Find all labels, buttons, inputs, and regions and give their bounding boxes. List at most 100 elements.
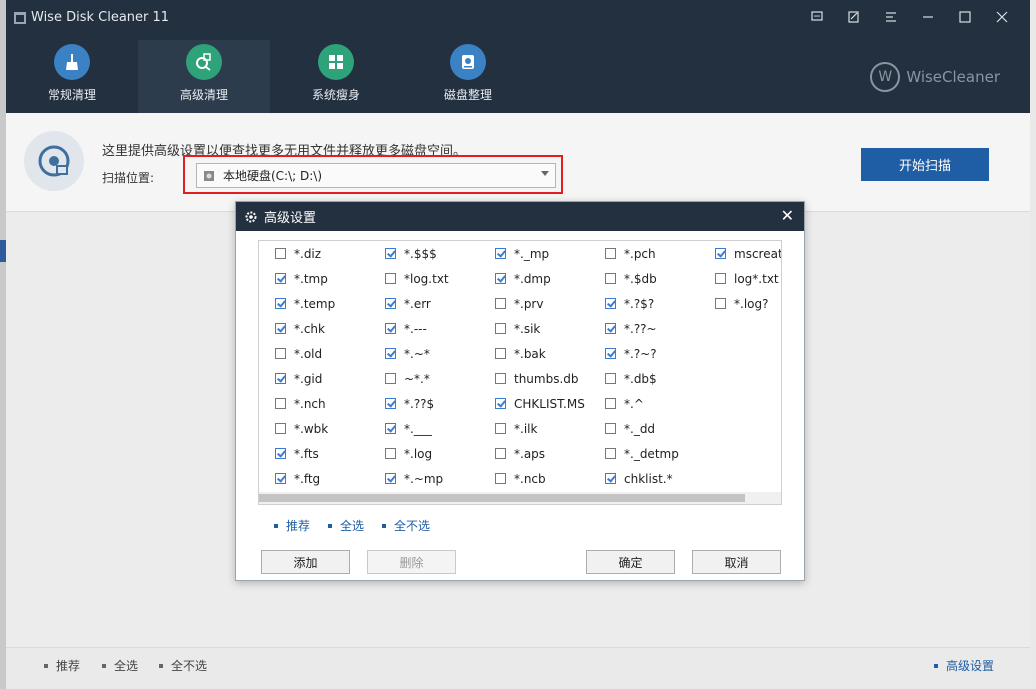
- pattern-item[interactable]: *.db$: [605, 366, 679, 391]
- menu-icon[interactable]: [872, 6, 909, 28]
- checkbox-checked[interactable]: [275, 473, 286, 484]
- pattern-item[interactable]: *.temp: [275, 291, 335, 316]
- nav-system-slim[interactable]: 系统瘦身: [270, 40, 402, 113]
- checkbox-unchecked[interactable]: [495, 348, 506, 359]
- select-all-link[interactable]: 全选: [328, 517, 364, 534]
- close-icon[interactable]: ✕: [781, 206, 794, 225]
- checkbox-unchecked[interactable]: [275, 248, 286, 259]
- checkbox-checked[interactable]: [385, 423, 396, 434]
- pattern-item[interactable]: *._dd: [605, 416, 679, 441]
- checkbox-unchecked[interactable]: [495, 373, 506, 384]
- checkbox-unchecked[interactable]: [605, 273, 616, 284]
- pattern-item[interactable]: ~*.*: [385, 366, 449, 391]
- pattern-item[interactable]: *.$$$: [385, 241, 449, 266]
- pattern-item[interactable]: *.sik: [495, 316, 585, 341]
- checkbox-unchecked[interactable]: [605, 398, 616, 409]
- bottom-recommend-link[interactable]: 推荐: [44, 657, 80, 674]
- checkbox-checked[interactable]: [385, 473, 396, 484]
- pattern-item[interactable]: thumbs.db: [495, 366, 585, 391]
- checkbox-unchecked[interactable]: [385, 448, 396, 459]
- checkbox-checked[interactable]: [385, 348, 396, 359]
- start-scan-button[interactable]: 开始扫描: [861, 148, 989, 181]
- checkbox-unchecked[interactable]: [605, 373, 616, 384]
- add-button[interactable]: 添加: [261, 550, 350, 574]
- pattern-item[interactable]: *._mp: [495, 241, 585, 266]
- checkbox-unchecked[interactable]: [385, 273, 396, 284]
- pattern-item[interactable]: *.aps: [495, 441, 585, 466]
- pattern-item[interactable]: *.prv: [495, 291, 585, 316]
- pattern-item[interactable]: *.??~: [605, 316, 679, 341]
- pattern-item[interactable]: log*.txt: [715, 266, 781, 291]
- checkbox-unchecked[interactable]: [605, 248, 616, 259]
- pattern-item[interactable]: *.err: [385, 291, 449, 316]
- pattern-item[interactable]: *.___: [385, 416, 449, 441]
- pattern-item[interactable]: *.ftg: [275, 466, 335, 491]
- pattern-item[interactable]: *.dmp: [495, 266, 585, 291]
- maximize-icon[interactable]: [946, 6, 983, 28]
- pattern-item[interactable]: *.ncb: [495, 466, 585, 491]
- pattern-item[interactable]: *.nch: [275, 391, 335, 416]
- checkbox-unchecked[interactable]: [715, 273, 726, 284]
- pattern-item[interactable]: *.wbk: [275, 416, 335, 441]
- pattern-item[interactable]: *.$db: [605, 266, 679, 291]
- checkbox-unchecked[interactable]: [495, 323, 506, 334]
- pattern-item[interactable]: *.^: [605, 391, 679, 416]
- pattern-item[interactable]: CHKLIST.MS: [495, 391, 585, 416]
- checkbox-checked[interactable]: [495, 398, 506, 409]
- checkbox-checked[interactable]: [605, 323, 616, 334]
- feedback-icon[interactable]: [835, 6, 872, 28]
- checkbox-unchecked[interactable]: [605, 423, 616, 434]
- horizontal-scrollbar[interactable]: [259, 492, 781, 504]
- checkbox-checked[interactable]: [275, 273, 286, 284]
- checkbox-unchecked[interactable]: [495, 473, 506, 484]
- pattern-item[interactable]: chklist.*: [605, 466, 679, 491]
- pattern-item[interactable]: *.?$?: [605, 291, 679, 316]
- delete-button[interactable]: 删除: [367, 550, 456, 574]
- select-none-link[interactable]: 全不选: [382, 517, 430, 534]
- nav-disk-defrag[interactable]: 磁盘整理: [402, 40, 534, 113]
- pattern-item[interactable]: *.pch: [605, 241, 679, 266]
- checkbox-unchecked[interactable]: [495, 448, 506, 459]
- checkbox-unchecked[interactable]: [715, 298, 726, 309]
- pattern-item[interactable]: *.?~?: [605, 341, 679, 366]
- checkbox-unchecked[interactable]: [385, 373, 396, 384]
- pattern-item[interactable]: *.log: [385, 441, 449, 466]
- pattern-item[interactable]: *.tmp: [275, 266, 335, 291]
- advanced-settings-link[interactable]: 高级设置: [933, 657, 994, 674]
- close-icon[interactable]: [983, 6, 1020, 28]
- checkbox-checked[interactable]: [385, 298, 396, 309]
- checkbox-unchecked[interactable]: [495, 298, 506, 309]
- pattern-item[interactable]: *.gid: [275, 366, 335, 391]
- checkbox-checked[interactable]: [275, 298, 286, 309]
- checkbox-unchecked[interactable]: [275, 423, 286, 434]
- pattern-item[interactable]: *.fts: [275, 441, 335, 466]
- minimize-icon[interactable]: [909, 6, 946, 28]
- pattern-item[interactable]: *.chk: [275, 316, 335, 341]
- checkbox-checked[interactable]: [385, 398, 396, 409]
- pattern-item[interactable]: mscreat: [715, 241, 781, 266]
- nav-advanced-clean[interactable]: 高级清理: [138, 40, 270, 113]
- checkbox-checked[interactable]: [275, 373, 286, 384]
- checkbox-unchecked[interactable]: [275, 348, 286, 359]
- checkbox-unchecked[interactable]: [495, 423, 506, 434]
- checkbox-checked[interactable]: [715, 248, 726, 259]
- bottom-select-all-link[interactable]: 全选: [102, 657, 138, 674]
- ok-button[interactable]: 确定: [586, 550, 675, 574]
- cancel-button[interactable]: 取消: [692, 550, 781, 574]
- pattern-item[interactable]: *.---: [385, 316, 449, 341]
- pattern-item[interactable]: *.log?: [715, 291, 781, 316]
- pattern-item[interactable]: *log.txt: [385, 266, 449, 291]
- pattern-item[interactable]: *.bak: [495, 341, 585, 366]
- checkbox-checked[interactable]: [385, 323, 396, 334]
- nav-common-clean[interactable]: 常规清理: [6, 40, 138, 113]
- checkbox-checked[interactable]: [605, 473, 616, 484]
- pattern-item[interactable]: *.diz: [275, 241, 335, 266]
- pattern-item[interactable]: *.??$: [385, 391, 449, 416]
- checkbox-unchecked[interactable]: [275, 398, 286, 409]
- scan-location-select[interactable]: 本地硬盘(C:\; D:\): [196, 163, 556, 188]
- checkbox-checked[interactable]: [605, 348, 616, 359]
- chat-icon[interactable]: [798, 6, 835, 28]
- pattern-item[interactable]: *.old: [275, 341, 335, 366]
- checkbox-unchecked[interactable]: [605, 448, 616, 459]
- recommend-link[interactable]: 推荐: [274, 517, 310, 534]
